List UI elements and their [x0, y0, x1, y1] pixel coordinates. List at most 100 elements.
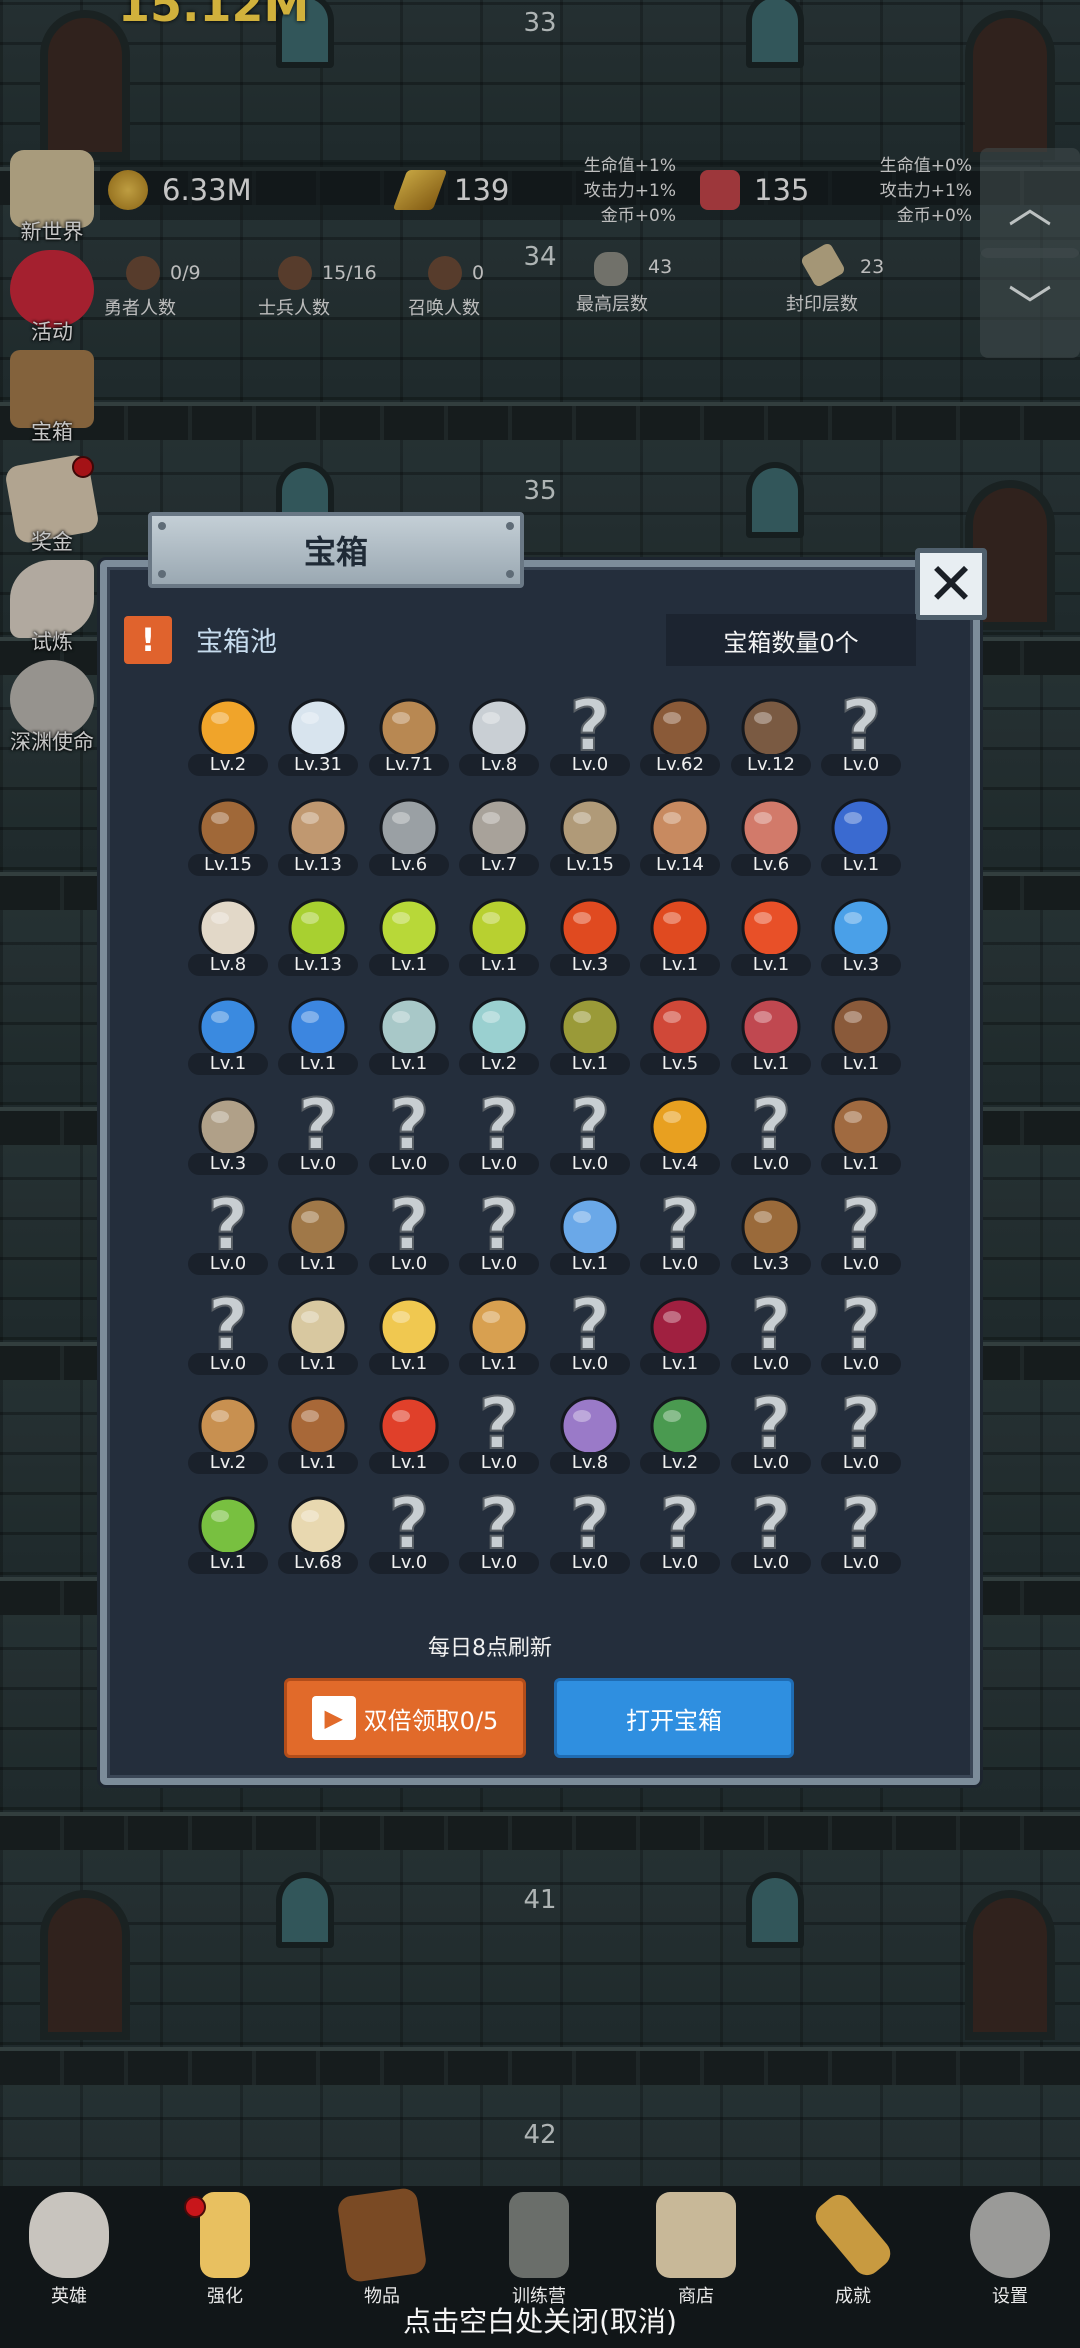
- item-slot[interactable]: Lv.3: [819, 880, 903, 976]
- item-slot[interactable]: Lv.6: [729, 780, 813, 876]
- item-slot[interactable]: Lv.15: [548, 780, 632, 876]
- item-slot[interactable]: Lv.1: [638, 880, 722, 976]
- iron-sword-icon: [457, 688, 541, 762]
- item-slot[interactable]: Lv.15: [186, 780, 270, 876]
- item-slot[interactable]: ? Lv.0: [457, 1378, 541, 1474]
- item-slot[interactable]: Lv.1: [548, 1179, 632, 1275]
- item-slot[interactable]: Lv.1: [457, 1279, 541, 1375]
- item-slot[interactable]: Lv.1: [367, 880, 451, 976]
- item-slot[interactable]: Lv.1: [186, 1478, 270, 1574]
- item-level: Lv.1: [752, 954, 790, 975]
- item-slot[interactable]: ? Lv.0: [638, 1478, 722, 1574]
- item-slot[interactable]: ? Lv.0: [367, 1179, 451, 1275]
- nav-items[interactable]: 物品: [327, 2186, 437, 2312]
- nav-heroes[interactable]: 英雄: [14, 2192, 124, 2312]
- item-slot[interactable]: Lv.8: [457, 680, 541, 776]
- item-slot[interactable]: ? Lv.0: [819, 1478, 903, 1574]
- item-level: Lv.0: [661, 1552, 699, 1573]
- item-level: Lv.0: [752, 1153, 790, 1174]
- item-slot[interactable]: ? Lv.0: [548, 1279, 632, 1375]
- item-slot[interactable]: ? Lv.0: [367, 1079, 451, 1175]
- svg-text:?: ?: [751, 1287, 792, 1361]
- item-slot[interactable]: Lv.6: [367, 780, 451, 876]
- item-slot[interactable]: Lv.1: [819, 1079, 903, 1175]
- item-slot[interactable]: ? Lv.0: [548, 1079, 632, 1175]
- item-slot[interactable]: Lv.1: [367, 979, 451, 1075]
- item-slot[interactable]: Lv.71: [367, 680, 451, 776]
- item-slot[interactable]: ? Lv.0: [457, 1478, 541, 1574]
- item-slot[interactable]: ? Lv.0: [819, 680, 903, 776]
- item-slot[interactable]: Lv.2: [186, 680, 270, 776]
- item-slot[interactable]: Lv.1: [276, 979, 360, 1075]
- item-level: Lv.2: [480, 1053, 518, 1074]
- green-shield-icon: [638, 1386, 722, 1460]
- item-level: Lv.5: [661, 1053, 699, 1074]
- dagger-icon: [276, 788, 360, 862]
- item-slot[interactable]: Lv.2: [457, 979, 541, 1075]
- item-slot[interactable]: Lv.1: [729, 880, 813, 976]
- nav-achievements[interactable]: 成就: [798, 2189, 908, 2312]
- item-slot[interactable]: ? Lv.0: [457, 1079, 541, 1175]
- item-slot[interactable]: Lv.7: [457, 780, 541, 876]
- unknown-icon: ?: [548, 1083, 632, 1167]
- item-slot[interactable]: Lv.1: [276, 1378, 360, 1474]
- item-slot[interactable]: Lv.13: [276, 780, 360, 876]
- item-slot[interactable]: Lv.3: [729, 1179, 813, 1275]
- item-slot[interactable]: Lv.1: [819, 979, 903, 1075]
- item-slot[interactable]: Lv.68: [276, 1478, 360, 1574]
- item-slot[interactable]: Lv.1: [819, 780, 903, 876]
- close-button[interactable]: ✕: [915, 548, 987, 620]
- nav-settings[interactable]: 设置: [955, 2192, 1065, 2312]
- item-slot[interactable]: Lv.5: [638, 979, 722, 1075]
- item-slot[interactable]: Lv.1: [638, 1279, 722, 1375]
- item-slot[interactable]: Lv.31: [276, 680, 360, 776]
- item-slot[interactable]: ? Lv.0: [729, 1378, 813, 1474]
- item-slot[interactable]: Lv.1: [367, 1279, 451, 1375]
- item-slot[interactable]: Lv.8: [548, 1378, 632, 1474]
- nav-shop[interactable]: 商店: [641, 2192, 751, 2312]
- item-slot[interactable]: Lv.2: [186, 1378, 270, 1474]
- item-slot[interactable]: Lv.13: [276, 880, 360, 976]
- item-slot[interactable]: ? Lv.0: [548, 680, 632, 776]
- item-slot[interactable]: ? Lv.0: [638, 1179, 722, 1275]
- item-slot[interactable]: Lv.3: [186, 1079, 270, 1175]
- nav-training-camp[interactable]: 训练营: [484, 2192, 594, 2312]
- item-slot[interactable]: Lv.4: [638, 1079, 722, 1175]
- item-slot[interactable]: Lv.12: [729, 680, 813, 776]
- item-slot[interactable]: ? Lv.0: [276, 1079, 360, 1175]
- item-slot[interactable]: Lv.1: [276, 1179, 360, 1275]
- item-slot[interactable]: ? Lv.0: [819, 1179, 903, 1275]
- item-slot[interactable]: Lv.14: [638, 780, 722, 876]
- double-claim-button[interactable]: ▶ 双倍领取0/5: [284, 1678, 526, 1758]
- item-level: Lv.6: [752, 854, 790, 875]
- item-slot[interactable]: Lv.1: [729, 979, 813, 1075]
- item-slot[interactable]: Lv.1: [457, 880, 541, 976]
- item-slot[interactable]: ? Lv.0: [819, 1279, 903, 1375]
- item-slot[interactable]: ? Lv.0: [729, 1279, 813, 1375]
- item-level: Lv.3: [209, 1153, 247, 1174]
- item-slot[interactable]: Lv.1: [548, 979, 632, 1075]
- open-chest-button[interactable]: 打开宝箱: [554, 1678, 794, 1758]
- item-slot[interactable]: ? Lv.0: [729, 1478, 813, 1574]
- item-slot[interactable]: ? Lv.0: [457, 1179, 541, 1275]
- item-level: Lv.62: [656, 754, 704, 775]
- item-level: Lv.0: [480, 1452, 518, 1473]
- dialog-title-plate: 宝箱: [148, 512, 524, 588]
- blue-orb-staff-icon: [548, 1187, 632, 1261]
- leather-boot-icon: [819, 987, 903, 1061]
- item-slot[interactable]: Lv.1: [186, 979, 270, 1075]
- item-slot[interactable]: Lv.2: [638, 1378, 722, 1474]
- tap-outside-to-close-hint[interactable]: 点击空白处关闭(取消): [0, 2300, 1080, 2340]
- item-slot[interactable]: Lv.1: [367, 1378, 451, 1474]
- item-slot[interactable]: ? Lv.0: [186, 1179, 270, 1275]
- item-level: Lv.1: [661, 1353, 699, 1374]
- item-slot[interactable]: Lv.62: [638, 680, 722, 776]
- item-slot[interactable]: ? Lv.0: [548, 1478, 632, 1574]
- item-slot[interactable]: Lv.1: [276, 1279, 360, 1375]
- item-slot[interactable]: ? Lv.0: [367, 1478, 451, 1574]
- item-slot[interactable]: Lv.8: [186, 880, 270, 976]
- item-slot[interactable]: ? Lv.0: [819, 1378, 903, 1474]
- item-slot[interactable]: ? Lv.0: [186, 1279, 270, 1375]
- item-slot[interactable]: Lv.3: [548, 880, 632, 976]
- item-slot[interactable]: ? Lv.0: [729, 1079, 813, 1175]
